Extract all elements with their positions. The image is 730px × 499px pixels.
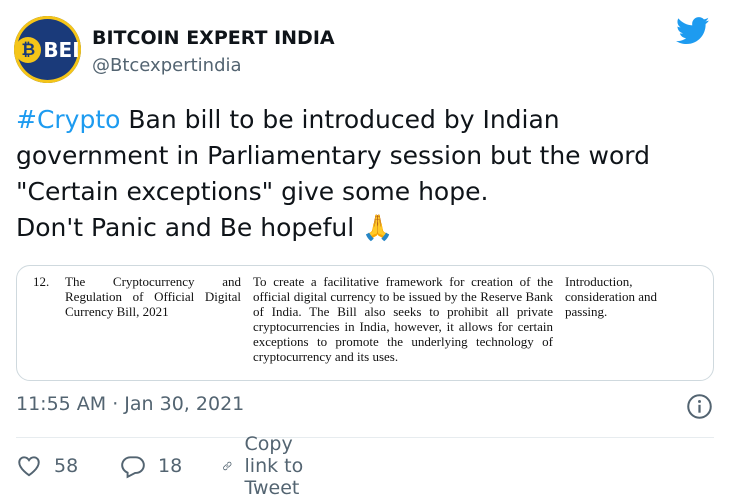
avatar[interactable]: ₿ BEI bbox=[14, 16, 81, 83]
link-icon bbox=[223, 461, 232, 471]
tweet-line: government in Parliamentary session but … bbox=[16, 141, 650, 170]
bill-stage: Introduction, consideration and passing. bbox=[565, 274, 658, 319]
reply-button[interactable]: 18 bbox=[120, 451, 182, 481]
tweet-text: #Crypto Ban bill to be introduced by Ind… bbox=[16, 102, 706, 246]
heart-icon bbox=[18, 456, 40, 477]
bill-purpose: To create a facilitative framework for c… bbox=[253, 274, 553, 364]
twitter-bird-icon[interactable] bbox=[676, 17, 710, 45]
attached-image[interactable]: 12. The Cryptocurrency and Regulation of… bbox=[16, 265, 714, 381]
copy-link-button[interactable]: Copy link to Tweet bbox=[222, 433, 315, 499]
tweet-line: #Crypto Ban bill to be introduced by Ind… bbox=[16, 102, 706, 138]
tweet-header: ₿ BEI BITCOIN EXPERT INDIA @Btcexpertind… bbox=[14, 16, 716, 84]
copy-link-label: Copy link to Tweet bbox=[244, 433, 304, 499]
hashtag-link[interactable]: #Crypto bbox=[16, 105, 120, 134]
info-icon[interactable] bbox=[686, 393, 713, 420]
divider bbox=[16, 437, 714, 438]
tweet-text-segment: Ban bill to be introduced by Indian bbox=[120, 105, 560, 134]
item-number: 12. bbox=[33, 274, 50, 289]
tweet-line: "Certain exceptions" give some hope. bbox=[16, 177, 489, 206]
bill-title: The Cryptocurrency and Regulation of Off… bbox=[65, 274, 241, 319]
tweet-line: Don't Panic and Be hopeful 🙏 bbox=[16, 210, 706, 246]
author-name[interactable]: BITCOIN EXPERT INDIA bbox=[92, 27, 335, 49]
like-count: 58 bbox=[54, 455, 79, 477]
reply-count: 18 bbox=[158, 455, 183, 477]
tweet-timestamp[interactable]: 11:55 AM · Jan 30, 2021 bbox=[16, 393, 244, 415]
reply-bubble-icon bbox=[121, 456, 145, 479]
like-button[interactable]: 58 bbox=[16, 451, 78, 481]
folded-hands-emoji: 🙏 bbox=[362, 213, 394, 242]
author-handle[interactable]: @Btcexpertindia bbox=[92, 55, 242, 76]
bitcoin-icon: ₿ bbox=[15, 36, 42, 63]
tweet-text-segment: Don't Panic and Be hopeful bbox=[16, 213, 363, 242]
avatar-letters: BEI bbox=[43, 37, 80, 62]
